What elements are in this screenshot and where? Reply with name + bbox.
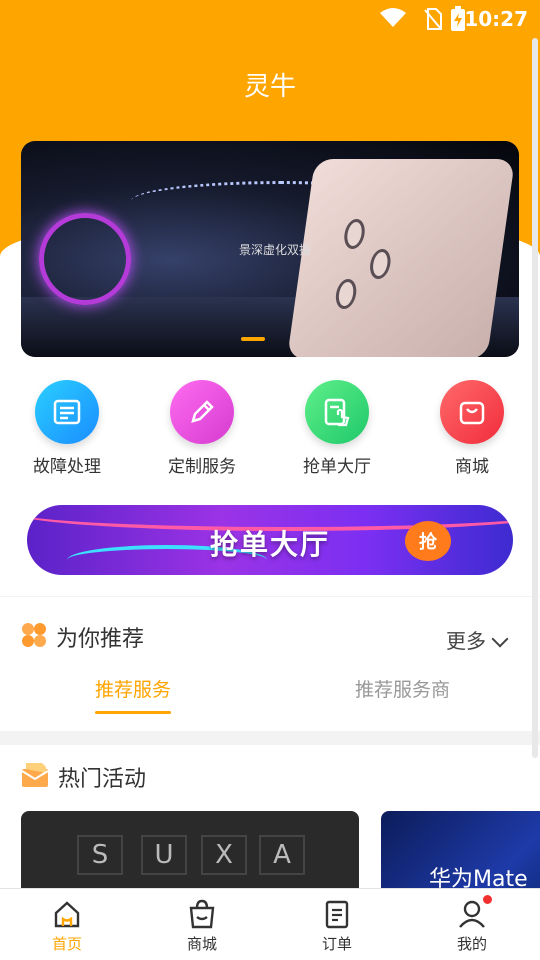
- scrollbar[interactable]: [532, 38, 538, 758]
- presenter-ring: [39, 213, 131, 305]
- quick-action-grab[interactable]: 抢单大厅: [277, 380, 397, 477]
- quick-action-label: 商城: [455, 457, 489, 477]
- ticket-list-icon: [35, 380, 99, 444]
- nav-label: 订单: [321, 935, 352, 953]
- recommend-header: 为你推荐: [20, 621, 144, 653]
- grab-badge: 抢: [405, 521, 451, 561]
- home-icon: [27, 899, 107, 929]
- pencil-ruler-icon: [170, 380, 234, 444]
- banner-caption: 景深虚化双摄: [239, 243, 312, 257]
- card-letter: S: [77, 835, 123, 875]
- bottom-nav: 首页 商城 订单 我的: [0, 888, 540, 960]
- phone-image: [286, 159, 516, 357]
- quick-action-label: 故障处理: [33, 457, 101, 477]
- promo-banner[interactable]: 景深虚化双摄: [21, 141, 519, 357]
- tab-recommend-service[interactable]: 推荐服务: [95, 675, 172, 714]
- wifi-icon: [380, 8, 406, 32]
- nav-home[interactable]: 首页: [27, 899, 107, 954]
- hot-activities-section: 热门活动 S U X A 华为Mate: [0, 745, 540, 901]
- order-icon: [297, 899, 377, 929]
- card-letter: A: [259, 835, 305, 875]
- hot-header: 热门活动: [20, 761, 146, 793]
- envelope-icon: [20, 761, 50, 793]
- section-title: 为你推荐: [56, 627, 145, 652]
- clover-icon: [20, 621, 48, 653]
- card-letter: U: [141, 835, 187, 875]
- quick-panel: 故障处理 定制服务 抢单大厅 商城 抢单大厅 抢: [0, 360, 540, 596]
- page-title: 灵牛: [243, 72, 296, 102]
- quick-action-label: 定制服务: [168, 457, 236, 477]
- status-time: 10:27: [464, 7, 528, 31]
- notification-dot: [483, 895, 492, 904]
- chevron-down-icon[interactable]: [491, 630, 509, 648]
- no-sim-icon: [424, 8, 442, 34]
- card-letter: X: [201, 835, 247, 875]
- recommend-section: 为你推荐 更多 推荐服务 推荐服务商: [0, 597, 540, 731]
- section-title: 热门活动: [58, 767, 147, 792]
- quick-action-shop[interactable]: 商城: [412, 380, 532, 477]
- camera-lens: [333, 279, 359, 309]
- shopping-bag-icon: [440, 380, 504, 444]
- nav-label: 首页: [51, 935, 82, 953]
- tab-recommend-provider[interactable]: 推荐服务商: [355, 675, 450, 702]
- quick-action-label: 抢单大厅: [303, 457, 371, 477]
- quick-action-fault[interactable]: 故障处理: [7, 380, 127, 477]
- nav-orders[interactable]: 订单: [297, 899, 377, 954]
- status-bar: 10:27: [0, 0, 540, 36]
- camera-lens: [368, 249, 393, 279]
- grab-hall-banner[interactable]: 抢单大厅 抢: [27, 505, 513, 575]
- carousel-indicator[interactable]: [241, 337, 265, 341]
- profile-icon: [432, 899, 512, 929]
- more-link[interactable]: 更多: [446, 625, 486, 654]
- camera-lens: [342, 219, 367, 249]
- nav-label: 商城: [186, 935, 217, 953]
- shop-bag-icon: [162, 899, 242, 929]
- quick-actions: 故障处理 定制服务 抢单大厅 商城: [0, 380, 540, 480]
- quick-action-custom[interactable]: 定制服务: [142, 380, 262, 477]
- nav-profile[interactable]: 我的: [432, 895, 512, 954]
- nav-label: 我的: [456, 935, 487, 953]
- nav-shop[interactable]: 商城: [162, 899, 242, 954]
- hand-tap-doc-icon: [305, 380, 369, 444]
